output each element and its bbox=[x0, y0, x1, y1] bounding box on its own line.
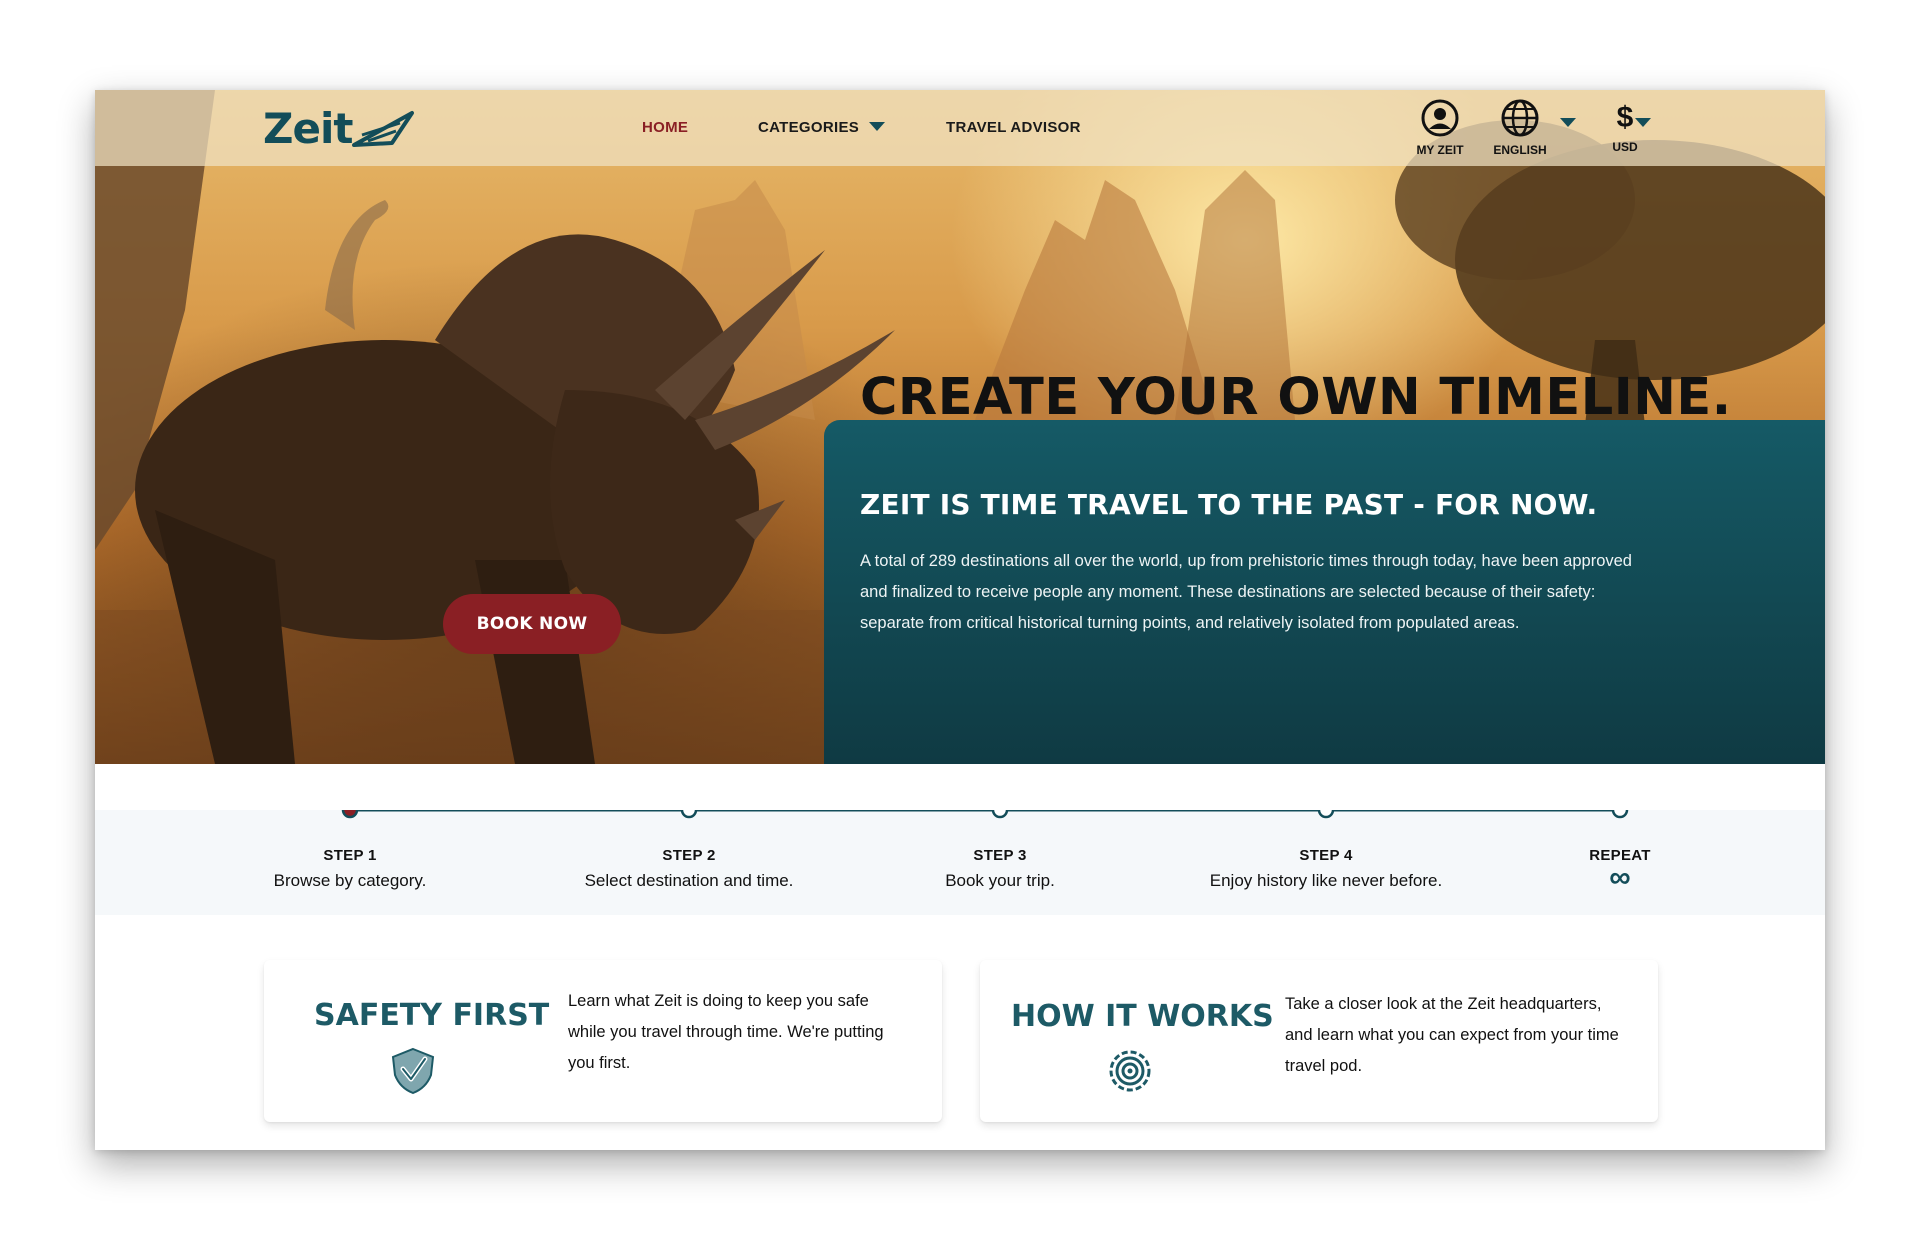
how-it-works-title: HOW IT WORKS bbox=[1011, 999, 1274, 1034]
chevron-down-icon bbox=[869, 122, 886, 131]
globe-icon bbox=[1501, 99, 1539, 137]
step-3-desc: Book your trip. bbox=[945, 871, 1055, 890]
timeline-node-step-2 bbox=[680, 810, 698, 819]
step-4-title: STEP 4 bbox=[1299, 847, 1353, 864]
step-4[interactable]: STEP 4 Enjoy history like never before. bbox=[1166, 847, 1486, 891]
step-3-title: STEP 3 bbox=[973, 847, 1027, 864]
shield-check-icon bbox=[391, 1047, 435, 1095]
step-3[interactable]: STEP 3 Book your trip. bbox=[840, 847, 1160, 891]
hero-headline: CREATE YOUR OWN TIMELINE. bbox=[860, 368, 1732, 427]
timeline-node-repeat bbox=[1611, 810, 1629, 819]
currency-chevron-down-icon[interactable] bbox=[1635, 118, 1651, 127]
steps-timeline: STEP 1 Browse by category. STEP 2 Select… bbox=[95, 810, 1825, 915]
step-2-title: STEP 2 bbox=[662, 847, 716, 864]
safety-first-text: Learn what Zeit is doing to keep you saf… bbox=[568, 992, 884, 1072]
safety-first-title: SAFETY FIRST bbox=[314, 998, 550, 1033]
step-4-desc: Enjoy history like never before. bbox=[1209, 871, 1443, 890]
brand-logo[interactable]: Zeit bbox=[263, 102, 418, 154]
language-selector[interactable]: ENGLISH bbox=[1485, 98, 1555, 157]
nav-categories-label: CATEGORIES bbox=[758, 119, 860, 136]
step-1[interactable]: STEP 1 Browse by category. bbox=[190, 847, 510, 891]
step-repeat[interactable]: REPEAT ∞ bbox=[1460, 847, 1780, 894]
page: Zeit HOME CATEGORIES TRAVEL ADVISOR MY Z… bbox=[95, 90, 1825, 1150]
step-1-title: STEP 1 bbox=[323, 847, 377, 864]
target-gear-icon bbox=[1109, 1050, 1151, 1092]
book-now-button[interactable]: BOOK NOW bbox=[443, 594, 621, 654]
intro-title: ZEIT IS TIME TRAVEL TO THE PAST - FOR NO… bbox=[860, 488, 1598, 521]
safety-first-card[interactable]: SAFETY FIRST Learn what Zeit is doing to… bbox=[264, 960, 942, 1122]
my-zeit-label: MY ZEIT bbox=[1416, 143, 1464, 157]
time-pod-arrow-icon bbox=[352, 111, 415, 147]
how-it-works-text: Take a closer look at the Zeit headquart… bbox=[1285, 995, 1619, 1075]
timeline-node-step-1 bbox=[341, 810, 359, 819]
nav-travel-advisor[interactable]: TRAVEL ADVISOR bbox=[946, 119, 1081, 136]
language-label: ENGLISH bbox=[1493, 143, 1547, 157]
language-chevron-down-icon[interactable] bbox=[1560, 118, 1576, 127]
intro-panel: ZEIT IS TIME TRAVEL TO THE PAST - FOR NO… bbox=[824, 420, 1825, 764]
timeline-node-step-3 bbox=[991, 810, 1009, 819]
my-zeit-account[interactable]: MY ZEIT bbox=[1413, 98, 1467, 157]
timeline-node-step-4 bbox=[1317, 810, 1335, 819]
infinity-icon: ∞ bbox=[1609, 861, 1631, 894]
step-1-desc: Browse by category. bbox=[273, 871, 427, 890]
intro-body: A total of 289 destinations all over the… bbox=[860, 552, 1632, 632]
step-2-desc: Select destination and time. bbox=[584, 871, 794, 890]
nav-home[interactable]: HOME bbox=[642, 119, 688, 136]
user-circle-icon bbox=[1421, 99, 1459, 137]
how-it-works-card[interactable]: HOW IT WORKS Take a closer look at the Z… bbox=[980, 960, 1658, 1122]
hero-section: Zeit HOME CATEGORIES TRAVEL ADVISOR MY Z… bbox=[95, 90, 1825, 764]
currency-label: USD bbox=[1612, 140, 1638, 154]
step-2[interactable]: STEP 2 Select destination and time. bbox=[529, 847, 849, 891]
logo-text: Zeit bbox=[263, 103, 353, 153]
nav-categories[interactable]: CATEGORIES bbox=[758, 119, 886, 136]
